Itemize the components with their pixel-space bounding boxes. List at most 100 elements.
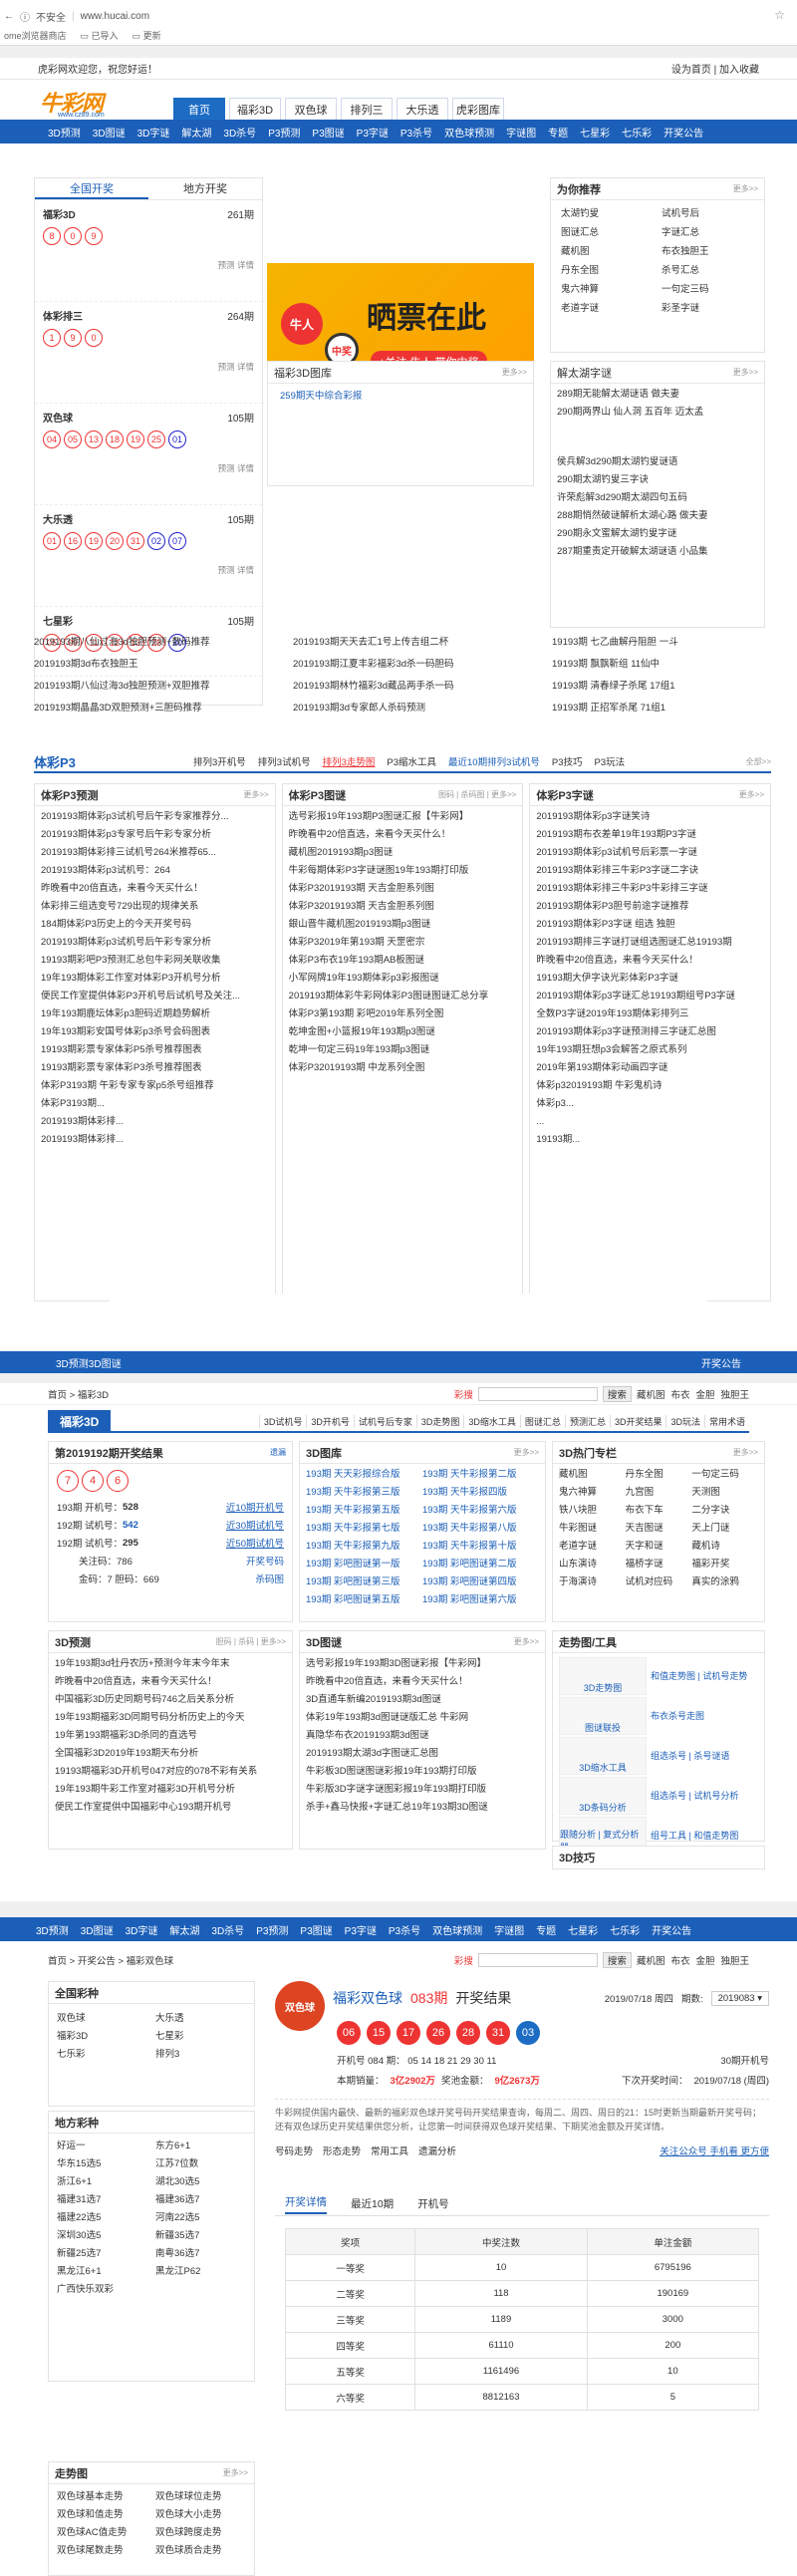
p3-prediction-more[interactable]: 更多>> xyxy=(243,789,268,800)
hot-column-link[interactable]: 福彩开奖 xyxy=(691,1556,758,1574)
article-link[interactable]: 昨晚看中20倍直选，来看今天买什么！ xyxy=(536,952,764,970)
tab-pl3[interactable]: 排列三 xyxy=(341,98,393,120)
bookmark-item[interactable]: ▭ 更新 xyxy=(133,29,161,42)
hot-search-link[interactable]: 独胆王 xyxy=(720,1387,749,1401)
article-link[interactable]: 銀山晋牛藏机图2019193期p3图谜 xyxy=(289,916,517,934)
hot-column-link[interactable]: 天字和谜 xyxy=(626,1538,692,1556)
search-input[interactable] xyxy=(477,1386,598,1401)
recommend-item[interactable]: 一句定三码 xyxy=(662,280,754,299)
nav-item[interactable]: 开奖公告 xyxy=(658,125,709,140)
tool-thumbnail[interactable]: 3D缩水工具 xyxy=(559,1737,647,1775)
draw-row-link[interactable]: 近10期开机号 xyxy=(226,1500,284,1514)
draw-row-link[interactable]: 近30期试机号 xyxy=(226,1518,284,1532)
back-icon[interactable]: ← xyxy=(4,11,14,22)
article-link[interactable]: 体彩P3布衣19年193期AB板图谜 xyxy=(289,952,517,970)
article-link[interactable]: 2019193期体彩排三牛彩P3牛彩排三字谜 xyxy=(536,880,764,898)
sidebar-link[interactable]: 双色球 xyxy=(57,2010,147,2028)
lottery-name[interactable]: 体彩排三 xyxy=(43,308,83,323)
gallery-link[interactable]: 193期 彩吧图谜第二版 xyxy=(422,1556,539,1574)
article-link[interactable]: 中国福彩3D历史同期号码746之后关系分析 xyxy=(55,1691,286,1709)
news-link[interactable]: 2019193期八仙过海3d独胆预测+双胆推荐 xyxy=(34,678,293,696)
nav-item[interactable]: P3预测 xyxy=(262,125,306,140)
gallery-link[interactable]: 193期 天牛彩报第六版 xyxy=(422,1502,539,1520)
taihu-item[interactable]: 290期两界山 仙人洞 五百年 迈太孟 xyxy=(557,404,758,422)
p3-tab[interactable]: 排列3开机号 xyxy=(193,754,246,768)
draw-row-link[interactable]: 近50期试机号 xyxy=(226,1536,284,1550)
hot-column-link[interactable]: 山东演诗 xyxy=(559,1556,626,1574)
article-link[interactable]: 2019193期体彩P3胆号前途字谜推荐 xyxy=(536,898,764,916)
tab-3d[interactable]: 福彩3D xyxy=(229,98,281,120)
article-link[interactable]: 19193期彩票专家体彩P5杀号推荐图表 xyxy=(41,1041,269,1059)
sidebar-link[interactable]: 东方6+1 xyxy=(155,2138,246,2155)
article-link[interactable]: ... xyxy=(536,1113,764,1131)
article-link[interactable]: 19年193期狂想p3会解答之原式系列 xyxy=(536,1041,764,1059)
nav-item[interactable]: 七乐彩 xyxy=(604,1922,646,1937)
article-link[interactable]: 体彩P32019年第193期 天罡密宗 xyxy=(289,934,517,952)
article-link[interactable]: 19193期... xyxy=(536,1131,764,1149)
hot-column-link[interactable]: 铁八块胆 xyxy=(559,1502,626,1520)
sidebar-link[interactable]: 七星彩 xyxy=(155,2028,246,2046)
fc3d-tab[interactable]: 3D玩法 xyxy=(665,1414,704,1428)
nav-item[interactable]: 双色球预测 xyxy=(426,1922,488,1937)
tool-label[interactable]: 3D缩水工具 xyxy=(579,1761,627,1774)
tab-open-number[interactable]: 开机号 xyxy=(417,2196,449,2211)
bottom-nav-announcement[interactable]: 开奖公告 xyxy=(701,1355,741,1370)
nav-item[interactable]: P3字谜 xyxy=(339,1922,383,1937)
article-link[interactable]: 体彩P32019193期 天吉金胆系列图 xyxy=(289,898,517,916)
article-link[interactable]: 全国福彩3D2019年193期天布分析 xyxy=(55,1745,286,1763)
article-link[interactable]: 选号彩报19年193期P3图谜汇报【牛彩网】 xyxy=(289,808,517,826)
nav-item[interactable]: P3预测 xyxy=(250,1922,294,1937)
taihu-item[interactable]: 290期太湖钓叟三字诀 xyxy=(557,471,758,489)
sidebar-link[interactable]: 南粤36选7 xyxy=(155,2245,246,2263)
taihu-item[interactable]: 290期永文蜜解太湖钓叟字谜 xyxy=(557,525,758,543)
gallery-link[interactable]: 193期 彩吧图谜第六版 xyxy=(422,1591,539,1609)
article-link[interactable]: 19年193期牛彩工作室对福彩3D开机号分析 xyxy=(55,1781,286,1799)
article-link[interactable]: 19年193期福彩3D同期号码分析历史上的今天 xyxy=(55,1709,286,1727)
gallery-link[interactable]: 193期 天牛彩报第三版 xyxy=(306,1484,422,1502)
nav-item[interactable]: 专题 xyxy=(542,125,574,140)
fc3d-tab[interactable]: 3D走势图 xyxy=(415,1414,464,1428)
article-link[interactable]: 19年193期3d牡丹农历+预测今年末今年末 xyxy=(55,1655,286,1673)
recommend-item[interactable]: 杀号汇总 xyxy=(662,261,754,280)
nav-item[interactable]: 3D杀号 xyxy=(217,125,262,140)
news-link[interactable]: 19193期 七乙曲解丹阻胆 一斗 xyxy=(552,634,771,652)
hot-column-link[interactable]: 天吉图谜 xyxy=(626,1520,692,1538)
article-link[interactable]: 2019193期体彩排三试机号264米推荐65... xyxy=(41,844,269,862)
link-omission[interactable]: 遗漏分析 xyxy=(418,2144,456,2157)
sidebar-link[interactable]: 双色球大小走势 xyxy=(155,2506,246,2524)
nav-item[interactable]: 3D杀号 xyxy=(205,1922,250,1937)
nav-item[interactable]: 解太湖 xyxy=(175,125,217,140)
hot-search-link[interactable]: 布衣 xyxy=(670,1953,689,1967)
bookmark-item[interactable]: ▭ 已导入 xyxy=(81,29,119,42)
article-link[interactable]: 2019193期体彩p3试机号后午彩专家分析 xyxy=(41,934,269,952)
bottom-nav-3d-picture[interactable]: 3D图谜 xyxy=(89,1355,122,1370)
nav-item[interactable]: 开奖公告 xyxy=(646,1922,697,1937)
tool-link[interactable]: 组选杀号 | 杀号谜语 xyxy=(647,1737,758,1775)
tab-home[interactable]: 首页 xyxy=(173,98,225,120)
recommend-item[interactable]: 字谜汇总 xyxy=(662,223,754,242)
sidebar-link[interactable]: 黑龙江6+1 xyxy=(57,2263,147,2281)
nav-item[interactable]: 专题 xyxy=(530,1922,562,1937)
gallery-link[interactable]: 193期 天牛彩报第七版 xyxy=(306,1520,422,1538)
fc3d-tab[interactable]: 试机号后专家 xyxy=(353,1414,416,1428)
lottery-name[interactable]: 大乐透 xyxy=(43,511,73,526)
hot-column-link[interactable]: 天上门谜 xyxy=(691,1520,758,1538)
gallery-link[interactable]: 193期 彩吧图谜第五版 xyxy=(306,1591,422,1609)
nav-item[interactable]: 3D预测 xyxy=(30,1922,75,1937)
ssq-search-input[interactable] xyxy=(477,1953,598,1967)
article-link[interactable]: 体彩P3193期... xyxy=(41,1095,269,1113)
news-link[interactable]: 2019193期八仙过海3d独胆预测+数码推荐 xyxy=(34,634,293,652)
taihu-item[interactable]: 287期重责定开破解太湖谜语 小品集 xyxy=(557,543,758,561)
sidebar-link[interactable]: 双色球尾数走势 xyxy=(57,2542,147,2560)
fc3d-tumi-more[interactable]: 更多>> xyxy=(514,1636,539,1647)
nav-item[interactable]: 3D预测 xyxy=(42,125,87,140)
sidebar-link[interactable]: 七乐彩 xyxy=(57,2046,147,2064)
tool-link[interactable]: 和值走势图 | 试机号走势 xyxy=(647,1657,758,1695)
sidebar-link[interactable]: 江苏7位数 xyxy=(155,2155,246,2173)
tool-thumbnail[interactable]: 3D走势图 xyxy=(559,1657,647,1695)
tab-gallery[interactable]: 虎彩图库 xyxy=(452,98,504,120)
hot-column-link[interactable]: 真实的涂鸦 xyxy=(691,1574,758,1591)
news-link[interactable]: 2019193期林竹福彩3d藏品两手杀一码 xyxy=(293,678,552,696)
lottery-name[interactable]: 福彩3D xyxy=(43,206,76,221)
article-link[interactable]: 2019193期体彩排... xyxy=(41,1113,269,1131)
